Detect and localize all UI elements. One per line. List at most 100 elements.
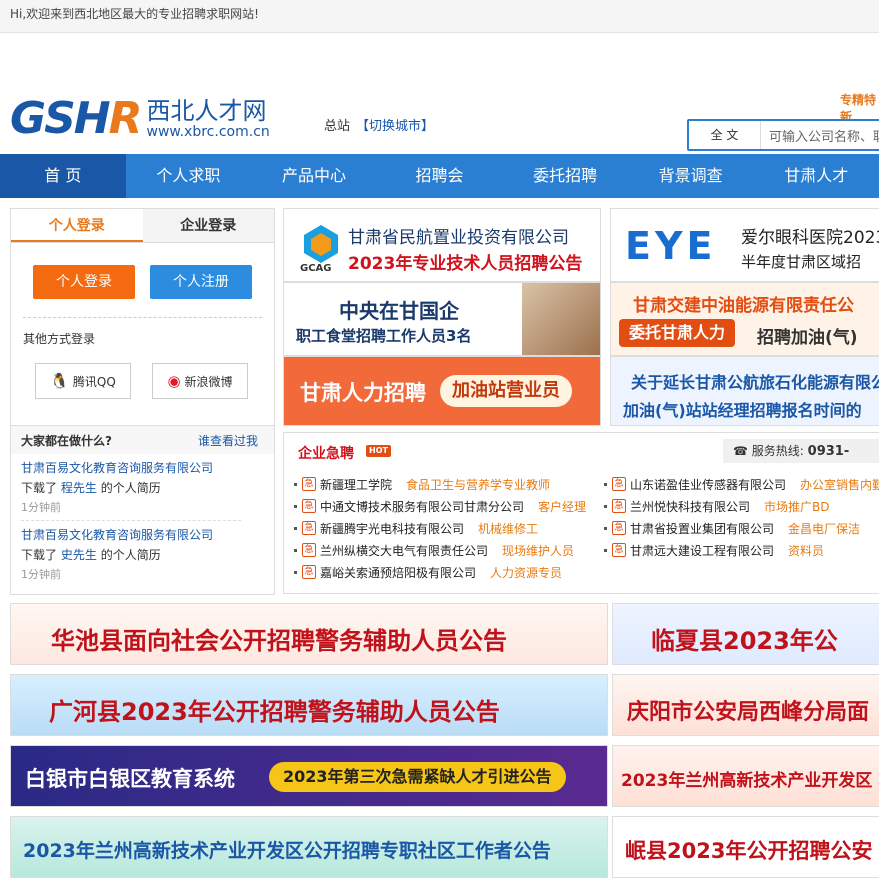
bullet xyxy=(604,504,607,508)
activity-action: 下载了 xyxy=(21,548,58,562)
nav-job-search[interactable]: 个人求职 xyxy=(126,154,252,198)
bullet xyxy=(294,526,297,530)
banner-line: 半年度甘肃区域招 xyxy=(741,253,862,271)
nav-job-fair[interactable]: 招聘会 xyxy=(377,154,503,198)
personal-register-button[interactable]: 个人注册 xyxy=(150,265,252,299)
job-title[interactable]: 现场维护人员 xyxy=(502,542,574,559)
banner-aier-eye[interactable]: EYE 爱尔眼科医院2023 半年度甘肃区域招 xyxy=(610,208,879,282)
promo-lanzhou-community[interactable]: 2023年兰州高新技术产业开发区公开招聘专职社区工作者公告 xyxy=(10,816,608,878)
hotline-label: 服务热线: xyxy=(751,444,804,458)
job-title[interactable]: 市场推广BD xyxy=(764,498,829,515)
nav-background-check[interactable]: 背景调查 xyxy=(628,154,754,198)
weibo-icon: ◉ xyxy=(167,372,181,390)
bullet xyxy=(294,504,297,508)
main-nav: 首 页 个人求职 产品中心 招聘会 委托招聘 背景调查 甘肃人才 xyxy=(0,154,879,198)
job-title[interactable]: 机械维修工 xyxy=(478,520,538,537)
nav-products[interactable]: 产品中心 xyxy=(251,154,377,198)
job-company[interactable]: 新疆理工学院 xyxy=(320,476,392,493)
bullet xyxy=(604,526,607,530)
qq-label: 腾讯QQ xyxy=(72,374,116,389)
activity-time: 1分钟前 xyxy=(21,568,61,581)
job-title[interactable]: 客户经理 xyxy=(538,498,586,515)
promo-guanghe-police[interactable]: 广河县2023年公开招聘警务辅助人员公告 xyxy=(10,674,608,736)
banner-line: 加油(气)站站经理招聘报名时间的 xyxy=(623,401,862,420)
job-icon: 急 xyxy=(612,499,626,513)
nav-entrusted-recruit[interactable]: 委托招聘 xyxy=(502,154,628,198)
job-company[interactable]: 兰州纵横交大电气有限责任公司 xyxy=(320,542,488,559)
job-row[interactable]: 急兰州纵横交大电气有限责任公司 现场维护人员 xyxy=(294,539,604,561)
eye-logo: EYE xyxy=(625,224,717,268)
job-row[interactable]: 急甘肃远大建设工程有限公司 资料员 xyxy=(604,539,879,561)
other-login-label: 其他方式登录 xyxy=(23,332,96,346)
job-company[interactable]: 甘肃省投置业集团有限公司 xyxy=(630,520,774,537)
job-icon: 急 xyxy=(302,543,316,557)
hotline: ☎ 服务热线: 0931- xyxy=(723,439,879,463)
activity-item: 甘肃百易文化教育咨询服务有限公司 下载了 程先生 的个人简历 1分钟前 xyxy=(11,454,274,521)
banner-soe-canteen[interactable]: 中央在甘国企 职工食堂招聘工作人员3名 xyxy=(283,282,601,356)
weibo-login-button[interactable]: ◉ 新浪微博 xyxy=(152,363,248,399)
tab-personal-login[interactable]: 个人登录 xyxy=(11,209,143,242)
banner-pill: 加油站营业员 xyxy=(440,375,572,407)
promo-text: 临夏县2023年公 xyxy=(651,627,838,655)
banner-gas-station[interactable]: 甘肃人力招聘 加油站营业员 xyxy=(283,356,601,426)
activity-time: 1分钟前 xyxy=(21,498,241,521)
bullet xyxy=(294,482,297,486)
job-title[interactable]: 资料员 xyxy=(788,542,824,559)
promo-pill: 2023年第三次急需紧缺人才引进公告 xyxy=(269,762,566,792)
promo-text: 2023年兰州高新技术产业开发区公开招聘专职社区工作者公告 xyxy=(23,840,551,862)
nav-gansu-talent[interactable]: 甘肃人才 xyxy=(753,154,879,198)
who-viewed-me-link[interactable]: 谁查看过我 xyxy=(198,432,258,449)
banner-extension-notice[interactable]: 关于延长甘肃公航旅石化能源有限公 加油(气)站站经理招聘报名时间的 xyxy=(610,356,879,426)
job-title[interactable]: 人力资源专员 xyxy=(490,564,562,581)
banner-line: 关于延长甘肃公航旅石化能源有限公 xyxy=(631,373,879,392)
promo-qingyang-police[interactable]: 庆阳市公安局西峰分局面 xyxy=(612,674,879,736)
job-row[interactable]: 急中通文博技术服务有限公司甘肃分公司 客户经理 xyxy=(294,495,604,517)
job-title[interactable]: 食品卫生与营养学专业教师 xyxy=(406,476,550,493)
activity-company[interactable]: 甘肃百易文化教育咨询服务有限公司 xyxy=(21,525,264,545)
promo-baiyin-education[interactable]: 白银市白银区教育系统 2023年第三次急需紧缺人才引进公告 xyxy=(10,745,608,807)
tab-company-login[interactable]: 企业登录 xyxy=(142,209,274,242)
qq-login-button[interactable]: 🐧 腾讯QQ xyxy=(35,363,131,399)
job-company[interactable]: 中通文博技术服务有限公司甘肃分公司 xyxy=(320,498,524,515)
banner-gcag[interactable]: GCAG 甘肃省民航置业投资有限公司 2023年专业技术人员招聘公告 xyxy=(283,208,601,282)
job-company[interactable]: 新疆腾宇光电科技有限公司 xyxy=(320,520,464,537)
job-row[interactable]: 急新疆理工学院 食品卫生与营养学专业教师 xyxy=(294,473,604,495)
job-row[interactable]: 急山东诺盈佳业传感器有限公司 办公室销售内勤 xyxy=(604,473,879,495)
job-company[interactable]: 兰州悦快科技有限公司 xyxy=(630,498,750,515)
job-row[interactable]: 急嘉峪关索通预焙阳极有限公司 人力资源专员 xyxy=(294,561,604,583)
urgent-title: 企业急聘 xyxy=(298,446,354,462)
promo-lanzhou-hightech[interactable]: 2023年兰州高新技术产业开发区 xyxy=(612,745,879,807)
gcag-logo-text: GCAG xyxy=(300,263,332,274)
banner-jiaojian-energy[interactable]: 甘肃交建中油能源有限责任公 委托甘肃人力 招聘加油(气) xyxy=(610,282,879,356)
switch-city-link[interactable]: 【切换城市】 xyxy=(356,119,434,134)
search-type-select[interactable]: 全 文 xyxy=(689,121,761,149)
banner-line: 职工食堂招聘工作人员3名 xyxy=(296,327,472,345)
job-row[interactable]: 急甘肃省投置业集团有限公司 金昌电厂保洁 xyxy=(604,517,879,539)
activity-person[interactable]: 程先生 xyxy=(61,481,97,495)
promo-text: 华池县面向社会公开招聘警务辅助人员公告 xyxy=(51,627,507,655)
activity-person[interactable]: 史先生 xyxy=(61,548,97,562)
logo-mark: GSHR xyxy=(10,93,143,144)
current-city: 总站 xyxy=(324,119,351,134)
job-company[interactable]: 甘肃远大建设工程有限公司 xyxy=(630,542,774,559)
promo-linxia[interactable]: 临夏县2023年公 xyxy=(612,603,879,665)
job-title[interactable]: 办公室销售内勤 xyxy=(800,476,879,493)
job-row[interactable]: 急新疆腾宇光电科技有限公司 机械维修工 xyxy=(294,517,604,539)
bullet xyxy=(294,570,297,574)
job-company[interactable]: 嘉峪关索通预焙阳极有限公司 xyxy=(320,564,476,581)
nav-home[interactable]: 首 页 xyxy=(0,154,126,198)
banner-line: 甘肃省民航置业投资有限公司 xyxy=(348,228,569,248)
hot-badge: HOT xyxy=(366,445,391,457)
personal-login-button[interactable]: 个人登录 xyxy=(33,265,135,299)
activity-company[interactable]: 甘肃百易文化教育咨询服务有限公司 xyxy=(21,458,264,478)
job-company[interactable]: 山东诺盈佳业传感器有限公司 xyxy=(630,476,786,493)
site-logo[interactable]: GSHR 西北人才网 www.xbrc.com.cn xyxy=(10,97,270,141)
job-icon: 急 xyxy=(302,499,316,513)
job-title[interactable]: 金昌电厂保洁 xyxy=(788,520,860,537)
job-row[interactable]: 急兰州悦快科技有限公司 市场推广BD xyxy=(604,495,879,517)
gcag-logo-icon xyxy=(304,225,338,263)
banner-pill: 委托甘肃人力 xyxy=(619,319,736,347)
promo-minxian-police[interactable]: 岷县2023年公开招聘公安 xyxy=(612,816,879,878)
search-input[interactable]: 可输入公司名称、职位名称 xyxy=(761,126,879,145)
promo-huachi-police[interactable]: 华池县面向社会公开招聘警务辅助人员公告 xyxy=(10,603,608,665)
